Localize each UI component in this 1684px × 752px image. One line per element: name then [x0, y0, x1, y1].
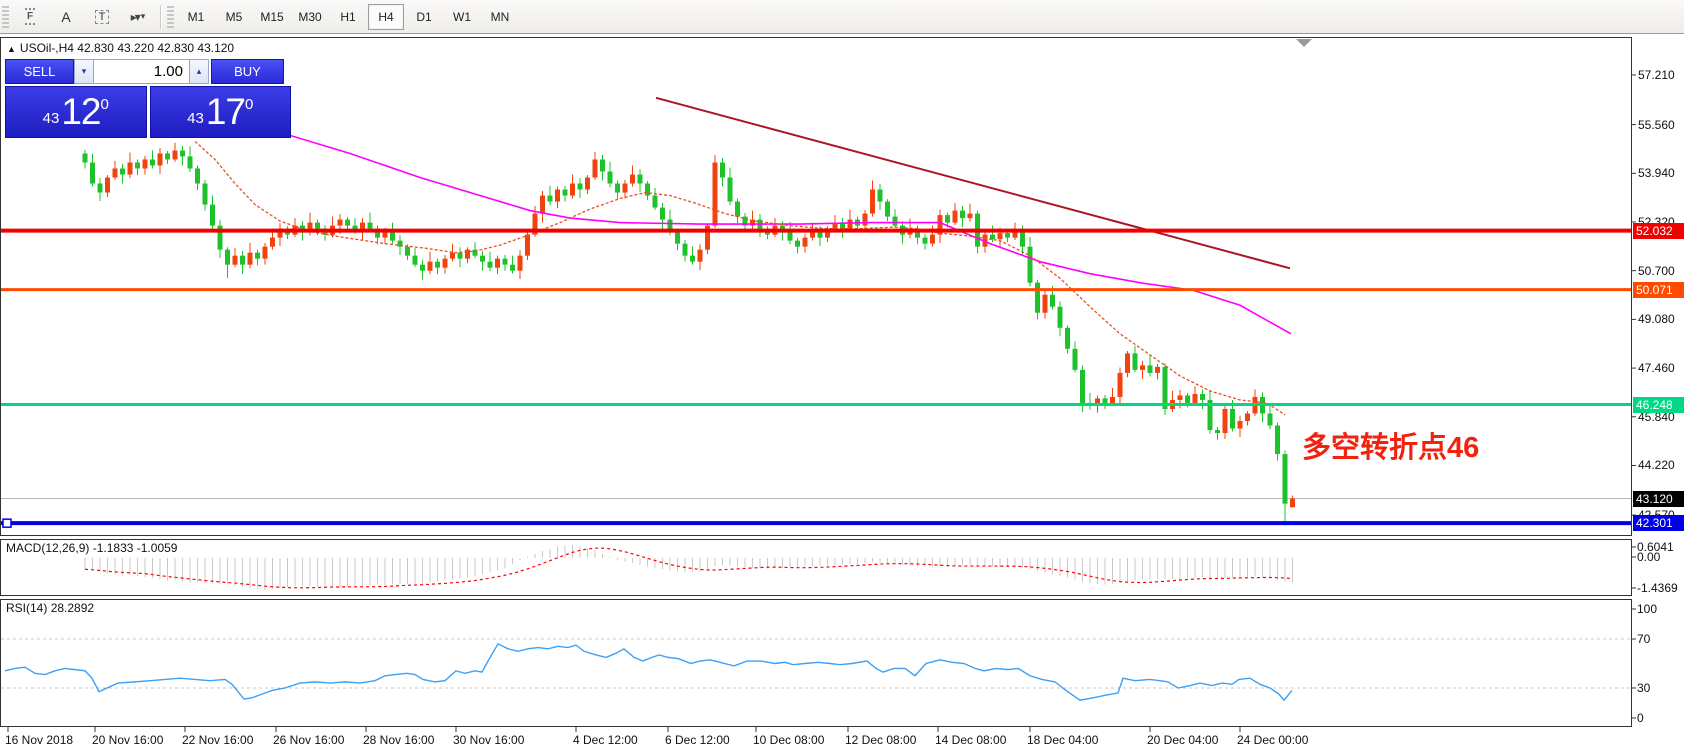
volume-decrease-button[interactable]: ▾: [74, 59, 94, 84]
time-axis-label: 24 Dec 00:00: [1237, 733, 1308, 747]
price-axis-label: 55.560: [1638, 118, 1675, 132]
time-axis-label: 18 Dec 04:00: [1027, 733, 1098, 747]
time-axis-label: 26 Nov 16:00: [273, 733, 344, 747]
price-axis-label: 47.460: [1638, 361, 1675, 375]
macd-scale-label: 0.00: [1637, 550, 1660, 564]
price-tag-46.248: 46.248: [1633, 397, 1684, 413]
price-axis-label: 49.080: [1638, 312, 1675, 326]
price-axis-label: 53.940: [1638, 166, 1675, 180]
chart-text-annotation[interactable]: 多空转折点46: [1302, 424, 1479, 466]
volume-input[interactable]: [94, 59, 189, 84]
volume-increase-button[interactable]: ▴: [189, 59, 209, 84]
time-axis-label: 10 Dec 08:00: [753, 733, 824, 747]
price-axis-label: 44.220: [1638, 458, 1675, 472]
symbol-collapse-icon[interactable]: ▲: [7, 44, 16, 54]
time-axis-label: 16 Nov 2018: [5, 733, 73, 747]
time-axis-label: 30 Nov 16:00: [453, 733, 524, 747]
symbol-info-line: ▲ USOil-,H4 42.830 43.220 42.830 43.120: [7, 41, 234, 55]
price-tag-52.032: 52.032: [1633, 223, 1684, 239]
price-tag-43.120: 43.120: [1633, 491, 1684, 507]
rsi-indicator-label: RSI(14) 28.2892: [6, 601, 94, 615]
trading-platform-window: F A T ▸▾ ▾ M1M5M15M30H1H4D1W1MN ▲USOil-,…: [0, 0, 1684, 752]
symbol-name: USOil-,H4: [20, 41, 74, 55]
time-axis-label: 6 Dec 12:00: [665, 733, 730, 747]
sell-price-display[interactable]: 43 12 0: [5, 86, 147, 138]
buy-price-display[interactable]: 43 17 0: [150, 86, 292, 138]
price-axis-label: 57.210: [1638, 68, 1675, 82]
buy-button[interactable]: BUY: [211, 59, 284, 84]
macd-indicator-label: MACD(12,26,9) -1.1833 -1.0059: [6, 541, 177, 555]
time-axis-label: 22 Nov 16:00: [182, 733, 253, 747]
rsi-scale-label: 70: [1637, 632, 1650, 646]
time-axis-label: 12 Dec 08:00: [845, 733, 916, 747]
rsi-scale-label: 30: [1637, 681, 1650, 695]
time-axis-label: 20 Nov 16:00: [92, 733, 163, 747]
symbol-ohlc: 42.830 43.220 42.830 43.120: [77, 41, 234, 55]
sell-button[interactable]: SELL: [5, 59, 74, 84]
macd-scale-label: -1.4369: [1637, 581, 1678, 595]
rsi-scale-label: 100: [1637, 602, 1657, 616]
time-axis-label: 20 Dec 04:00: [1147, 733, 1218, 747]
price-tag-50.071: 50.071: [1633, 282, 1684, 298]
time-axis-label: 4 Dec 12:00: [573, 733, 638, 747]
time-axis-label: 28 Nov 16:00: [363, 733, 434, 747]
one-click-trade-panel: SELL ▾ ▴ BUY 43 12 0 43 17 0: [5, 59, 291, 139]
price-tag-42.301: 42.301: [1633, 515, 1684, 531]
rsi-scale-label: 0: [1637, 711, 1644, 725]
price-axis-label: 50.700: [1638, 264, 1675, 278]
time-axis-label: 14 Dec 08:00: [935, 733, 1006, 747]
